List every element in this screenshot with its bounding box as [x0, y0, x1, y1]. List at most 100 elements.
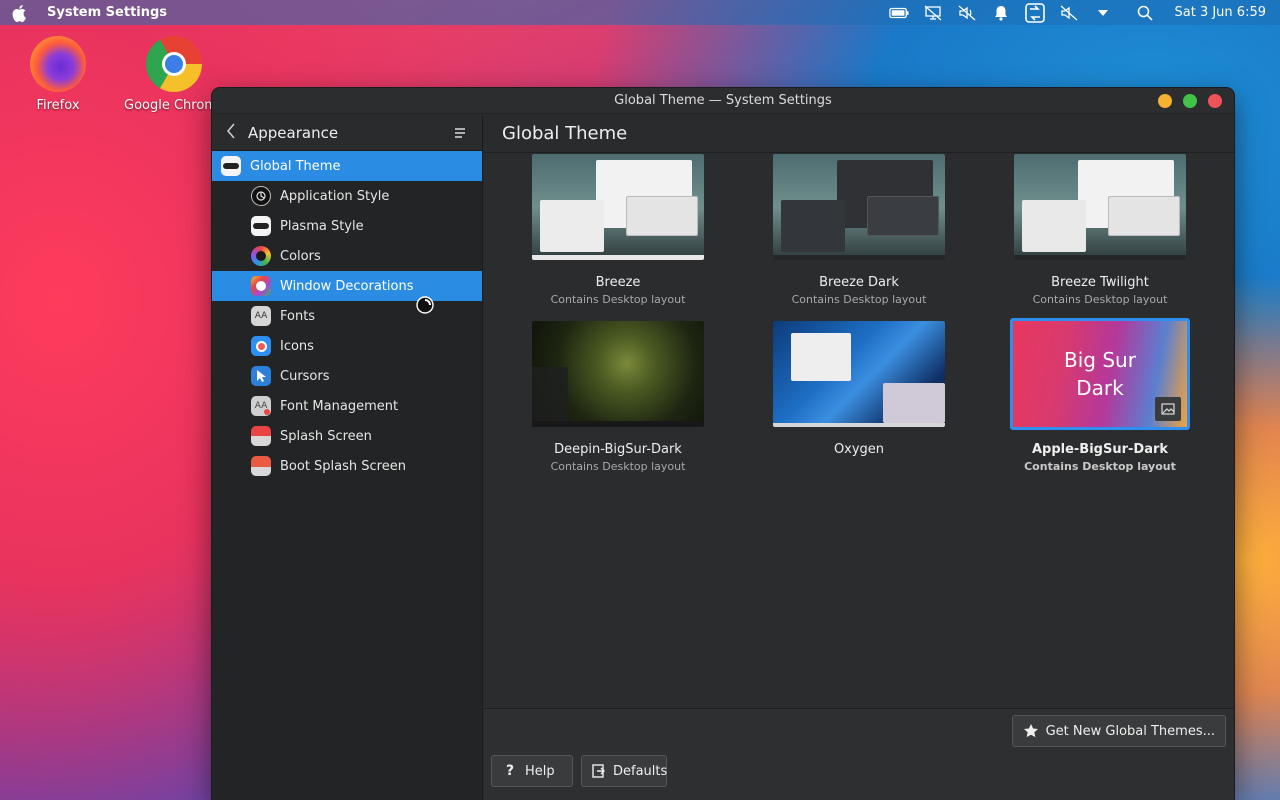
star-icon [1023, 723, 1039, 739]
battery-icon[interactable] [888, 4, 909, 22]
theme-subtitle: Contains Desktop layout [791, 293, 927, 306]
microphone-muted-icon[interactable] [1059, 4, 1079, 22]
sidebar-item-colors[interactable]: Colors [212, 241, 482, 271]
close-button[interactable] [1208, 94, 1222, 108]
help-icon: ? [505, 763, 515, 779]
splash-screen-icon [251, 426, 271, 446]
active-app-name[interactable]: System Settings [47, 5, 167, 20]
theme-card-oxygen[interactable]: Oxygen [769, 321, 949, 457]
colors-icon [251, 246, 271, 266]
chrome-icon [146, 36, 202, 92]
sidebar-item-splash-screen[interactable]: Splash Screen [212, 421, 482, 451]
theme-subtitle: Contains Desktop layout [1024, 460, 1176, 473]
theme-card-deepin-bigsur-dark[interactable]: Deepin-BigSur-Dark Contains Desktop layo… [528, 321, 708, 473]
sidebar-item-label: Font Management [280, 398, 399, 414]
desktop-icon-label: Google Chrome [124, 98, 224, 113]
system-tray: Sat 3 Jun 6:59 [888, 2, 1267, 23]
clock[interactable]: Sat 3 Jun 6:59 [1175, 5, 1267, 20]
display-off-icon[interactable] [923, 4, 943, 22]
volume-muted-icon[interactable] [957, 4, 977, 22]
theme-name: Breeze Twilight [1051, 275, 1149, 290]
sidebar-header: Appearance [212, 115, 482, 151]
sidebar-item-window-decorations[interactable]: Window Decorations [212, 271, 482, 301]
get-new-themes-label: Get New Global Themes... [1045, 723, 1215, 739]
sidebar-item-boot-splash-screen[interactable]: Boot Splash Screen [212, 451, 482, 481]
sidebar-item-label: Colors [280, 248, 321, 264]
window-titlebar[interactable]: Global Theme — System Settings [212, 88, 1234, 114]
theme-subtitle: Contains Desktop layout [550, 460, 686, 473]
maximize-button[interactable] [1183, 94, 1197, 108]
application-style-icon [251, 186, 271, 206]
desktop-icon-chrome[interactable]: Google Chrome [124, 36, 224, 113]
theme-card-breeze-twilight[interactable]: Breeze Twilight Contains Desktop layout [1010, 154, 1190, 306]
sidebar-item-cursors[interactable]: Cursors [212, 361, 482, 391]
bottom-bar: Get New Global Themes... ? Help Defaults [484, 708, 1234, 800]
preview-text: Big Sur [1064, 348, 1136, 372]
theme-preview [532, 154, 704, 260]
sidebar-item-label: Window Decorations [280, 278, 414, 294]
sidebar-item-label: Cursors [280, 368, 330, 384]
sidebar-item-global-theme[interactable]: Global Theme [212, 151, 482, 181]
theme-card-breeze-dark[interactable]: Breeze Dark Contains Desktop layout [769, 154, 949, 306]
window-controls [1158, 94, 1222, 108]
desktop-icon-firefox[interactable]: Firefox [8, 36, 108, 113]
theme-preview [773, 321, 945, 427]
hamburger-menu-icon[interactable] [454, 124, 470, 142]
help-button[interactable]: ? Help [491, 755, 573, 787]
minimize-button[interactable] [1158, 94, 1172, 108]
theme-name: Deepin-BigSur-Dark [554, 442, 682, 457]
theme-name: Breeze Dark [819, 275, 899, 290]
search-icon[interactable] [1135, 4, 1155, 22]
theme-card-apple-bigsur-dark[interactable]: Big Sur Dark Apple-BigSur-Dark Contains … [1010, 318, 1190, 473]
theme-card-breeze[interactable]: Breeze Contains Desktop layout [528, 154, 708, 306]
theme-name: Oxygen [833, 442, 885, 457]
window-title: Global Theme — System Settings [614, 93, 832, 108]
back-arrow-icon[interactable] [226, 122, 240, 143]
firefox-icon [30, 36, 86, 92]
network-icon[interactable] [1024, 2, 1045, 23]
boot-splash-screen-icon [251, 456, 271, 476]
sidebar-item-label: Global Theme [250, 158, 341, 174]
sidebar-item-label: Boot Splash Screen [280, 458, 406, 474]
theme-subtitle: Contains Desktop layout [550, 293, 686, 306]
theme-subtitle: Contains Desktop layout [1032, 293, 1168, 306]
theme-name: Breeze [595, 275, 641, 290]
cursors-icon [251, 366, 271, 386]
theme-preview [773, 154, 945, 260]
top-menu-bar: System Settings Sat 3 Jun 6:59 [0, 0, 1280, 25]
icons-icon [251, 336, 271, 356]
sidebar-item-fonts[interactable]: AA Fonts [212, 301, 482, 331]
font-management-icon: AA [251, 396, 271, 416]
get-new-themes-button[interactable]: Get New Global Themes... [1011, 715, 1226, 747]
main-panel: Global Theme Breeze Contains Desktop lay… [484, 115, 1234, 800]
defaults-button[interactable]: Defaults [581, 755, 667, 787]
defaults-icon [592, 763, 606, 779]
theme-grid: Breeze Contains Desktop layout Breeze Da… [484, 154, 1234, 708]
notifications-icon[interactable] [991, 4, 1011, 22]
sidebar-item-label: Fonts [280, 308, 316, 324]
sidebar-item-icons[interactable]: Icons [212, 331, 482, 361]
sidebar-item-label: Splash Screen [280, 428, 372, 444]
theme-preview: Big Sur Dark [1010, 318, 1190, 430]
theme-preview [532, 321, 704, 427]
page-title: Global Theme [484, 115, 1234, 153]
help-label: Help [525, 763, 555, 779]
sidebar-item-label: Application Style [280, 188, 390, 204]
sidebar: Appearance Global Theme Application Styl… [212, 115, 483, 800]
global-theme-icon [221, 156, 241, 176]
busy-cursor-icon [416, 296, 434, 314]
theme-preview [1014, 154, 1186, 260]
sidebar-item-application-style[interactable]: Application Style [212, 181, 482, 211]
sidebar-item-plasma-style[interactable]: Plasma Style [212, 211, 482, 241]
plasma-style-icon [251, 216, 271, 236]
defaults-label: Defaults [613, 763, 668, 779]
sidebar-item-font-management[interactable]: AA Font Management [212, 391, 482, 421]
window-decorations-icon [251, 276, 271, 296]
image-badge-icon[interactable] [1155, 397, 1181, 421]
desktop-icon-label: Firefox [36, 98, 80, 113]
fonts-icon: AA [251, 306, 271, 326]
expand-tray-icon[interactable] [1093, 4, 1113, 22]
sidebar-item-label: Icons [280, 338, 314, 354]
apple-logo-icon[interactable] [11, 4, 29, 22]
preview-text: Dark [1076, 376, 1124, 400]
